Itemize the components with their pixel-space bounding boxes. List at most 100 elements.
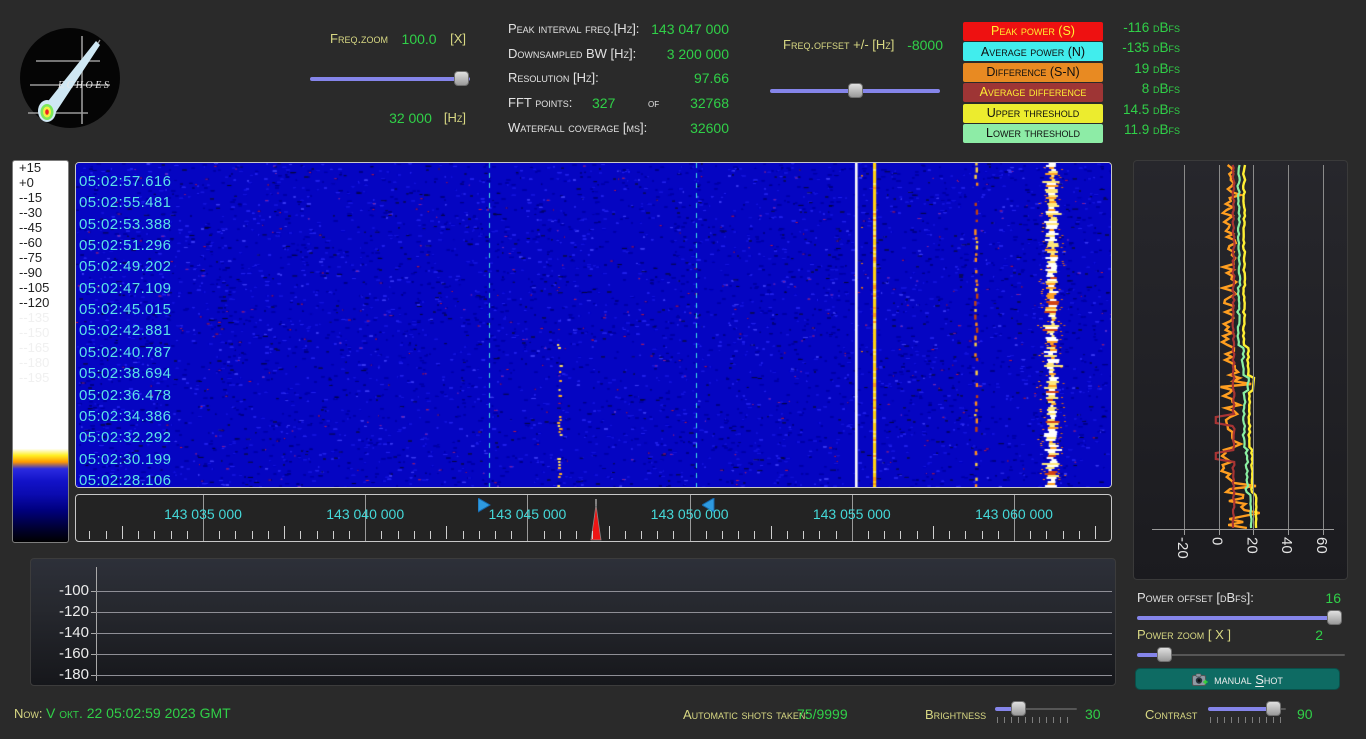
freq-minor-tick: [138, 531, 139, 539]
freq-tick-label: 143 045 000: [472, 506, 582, 522]
freq-minor-tick: [965, 531, 966, 539]
freq-minor-tick: [511, 531, 512, 539]
power-offset-group: Power offset [dBfs]: 16: [1137, 590, 1341, 606]
freq-minor-tick: [787, 531, 788, 539]
freq-minor-tick: [219, 531, 220, 539]
slider-handle[interactable]: [454, 71, 469, 86]
waterfall-timestamp: 05:02:32.292: [79, 429, 171, 446]
freq-minor-tick: [89, 531, 90, 539]
db-scale-label: --30: [19, 205, 65, 220]
freq-minor-tick: [479, 531, 480, 539]
legend-button-lower-threshold[interactable]: Lower threshold: [963, 124, 1103, 143]
freq-minor-tick: [252, 531, 253, 539]
freq-minor-tick: [933, 526, 934, 539]
slider-handle[interactable]: [1327, 610, 1342, 625]
freq-minor-tick: [560, 531, 561, 539]
freq-minor-tick: [673, 531, 674, 539]
freq-minor-tick: [625, 531, 626, 539]
freq-minor-tick: [268, 531, 269, 539]
freq-minor-tick: [106, 531, 107, 539]
waterfall-panel: 05:02:57.61605:02:55.48105:02:53.38805:0…: [75, 162, 1112, 488]
legend-button-peak-power-s[interactable]: Peak power (S): [963, 22, 1103, 41]
y-axis-line: [96, 567, 97, 681]
freq-minor-tick: [836, 531, 837, 539]
freq-minor-tick: [657, 531, 658, 539]
db-scale-label: --90: [19, 265, 65, 280]
echoes-logo: ECHOES: [20, 28, 120, 128]
power-zoom-slider[interactable]: [1137, 647, 1345, 663]
freq-zoom-unit: [X]: [450, 31, 466, 47]
freq-minor-tick: [576, 531, 577, 539]
freq-minor-tick: [1046, 531, 1047, 539]
freq-tick-label: 143 055 000: [797, 506, 907, 522]
slider-handle[interactable]: [848, 83, 863, 98]
spectro-tick: [1184, 529, 1185, 535]
freq-zoom-slider[interactable]: [310, 71, 470, 87]
plot-gridline: [96, 675, 1112, 676]
legend-panel: Peak power (S)Average power (N) Differenc…: [963, 22, 1103, 143]
legend-button-difference-s-n[interactable]: Difference (S-N): [963, 63, 1103, 82]
power-zoom-group: Power zoom [ X ] 2: [1137, 627, 1323, 643]
legend-button-upper-threshold[interactable]: Upper threshold: [963, 104, 1103, 123]
contrast-slider[interactable]: [1208, 701, 1286, 717]
slider-handle[interactable]: [1157, 647, 1172, 662]
waterfall-timestamp: 05:02:47.109: [79, 280, 171, 297]
freq-minor-tick: [738, 531, 739, 539]
waterfall-timestamp: 05:02:30.199: [79, 451, 171, 468]
slider-track[interactable]: [1208, 707, 1272, 711]
slider-track-rest[interactable]: [1019, 708, 1077, 710]
contrast-label: Contrast: [1145, 707, 1197, 722]
db-scale-label: --165: [19, 340, 65, 355]
freq-minor-tick: [884, 531, 885, 539]
db-scale-label: --105: [19, 280, 65, 295]
stat-label: Peak interval freq.[Hz]:: [508, 21, 639, 36]
db-scale-label: --195: [19, 370, 65, 385]
freq-minor-tick: [398, 531, 399, 539]
stat-row: Resolution [Hz]:97.66: [508, 70, 729, 95]
plot-tick-label: -180: [49, 666, 89, 683]
power-offset-slider[interactable]: [1137, 610, 1345, 626]
x-axis-line: [1152, 529, 1334, 530]
power-offset-value: 16: [1325, 590, 1341, 606]
db-scale-label: --45: [19, 220, 65, 235]
legend-button-average-difference[interactable]: Average difference: [963, 83, 1103, 102]
freq-minor-tick: [414, 531, 415, 539]
slider-handle[interactable]: [1266, 701, 1281, 716]
freq-minor-tick: [1030, 531, 1031, 539]
plot-tick: [91, 591, 96, 592]
echoes-app-window: ECHOES Freq.zoom 100.0 [X] 32 000 [Hz] P…: [0, 0, 1366, 739]
manual-shot-button[interactable]: manual Shot: [1135, 668, 1340, 690]
stat-row: Downsampled BW [Hz]:3 200 000: [508, 46, 729, 71]
stat-label: Resolution [Hz]:: [508, 70, 599, 85]
manual-shot-label: manual Shot: [1214, 672, 1283, 687]
db-scale-label: --15: [19, 190, 65, 205]
slider-track-rest[interactable]: [1169, 654, 1345, 656]
plot-gridline: [96, 591, 1112, 592]
stat-value: 3 200 000: [667, 46, 729, 62]
waterfall-timestamp: 05:02:38.694: [79, 365, 171, 382]
waterfall-timestamps: 05:02:57.61605:02:55.48105:02:53.38805:0…: [76, 163, 1111, 487]
legend-button-average-power-n[interactable]: Average power (N): [963, 42, 1103, 61]
waterfall-timestamp: 05:02:45.015: [79, 301, 171, 318]
slider-track[interactable]: [310, 77, 470, 81]
plot-tick: [91, 675, 96, 676]
freq-zoom-group: Freq.zoom 100.0 [X]: [330, 31, 466, 47]
stat-row: FFT points:327of32768: [508, 95, 729, 120]
waterfall-timestamp: 05:02:36.478: [79, 387, 171, 404]
spectrograph-traces: [1134, 161, 1348, 580]
freq-minor-tick: [609, 526, 610, 539]
shots-value: 75/9999: [797, 706, 848, 722]
spectro-gridline: [1184, 165, 1185, 529]
slider-track[interactable]: [1137, 616, 1337, 620]
stat-label: Waterfall coverage [ms]:: [508, 120, 647, 135]
freq-minor-tick: [998, 531, 999, 539]
brightness-slider[interactable]: [995, 701, 1077, 717]
slider-handle[interactable]: [1011, 701, 1026, 716]
stat-row: Waterfall coverage [ms]:32600: [508, 120, 729, 145]
freq-zoom-value: 100.0: [402, 31, 437, 47]
spectro-tick: [1253, 529, 1254, 535]
db-scale-label: --75: [19, 250, 65, 265]
freq-offset-slider[interactable]: [770, 83, 940, 99]
db-scale-label: --60: [19, 235, 65, 250]
spectro-tick-label: 0: [1209, 537, 1226, 580]
